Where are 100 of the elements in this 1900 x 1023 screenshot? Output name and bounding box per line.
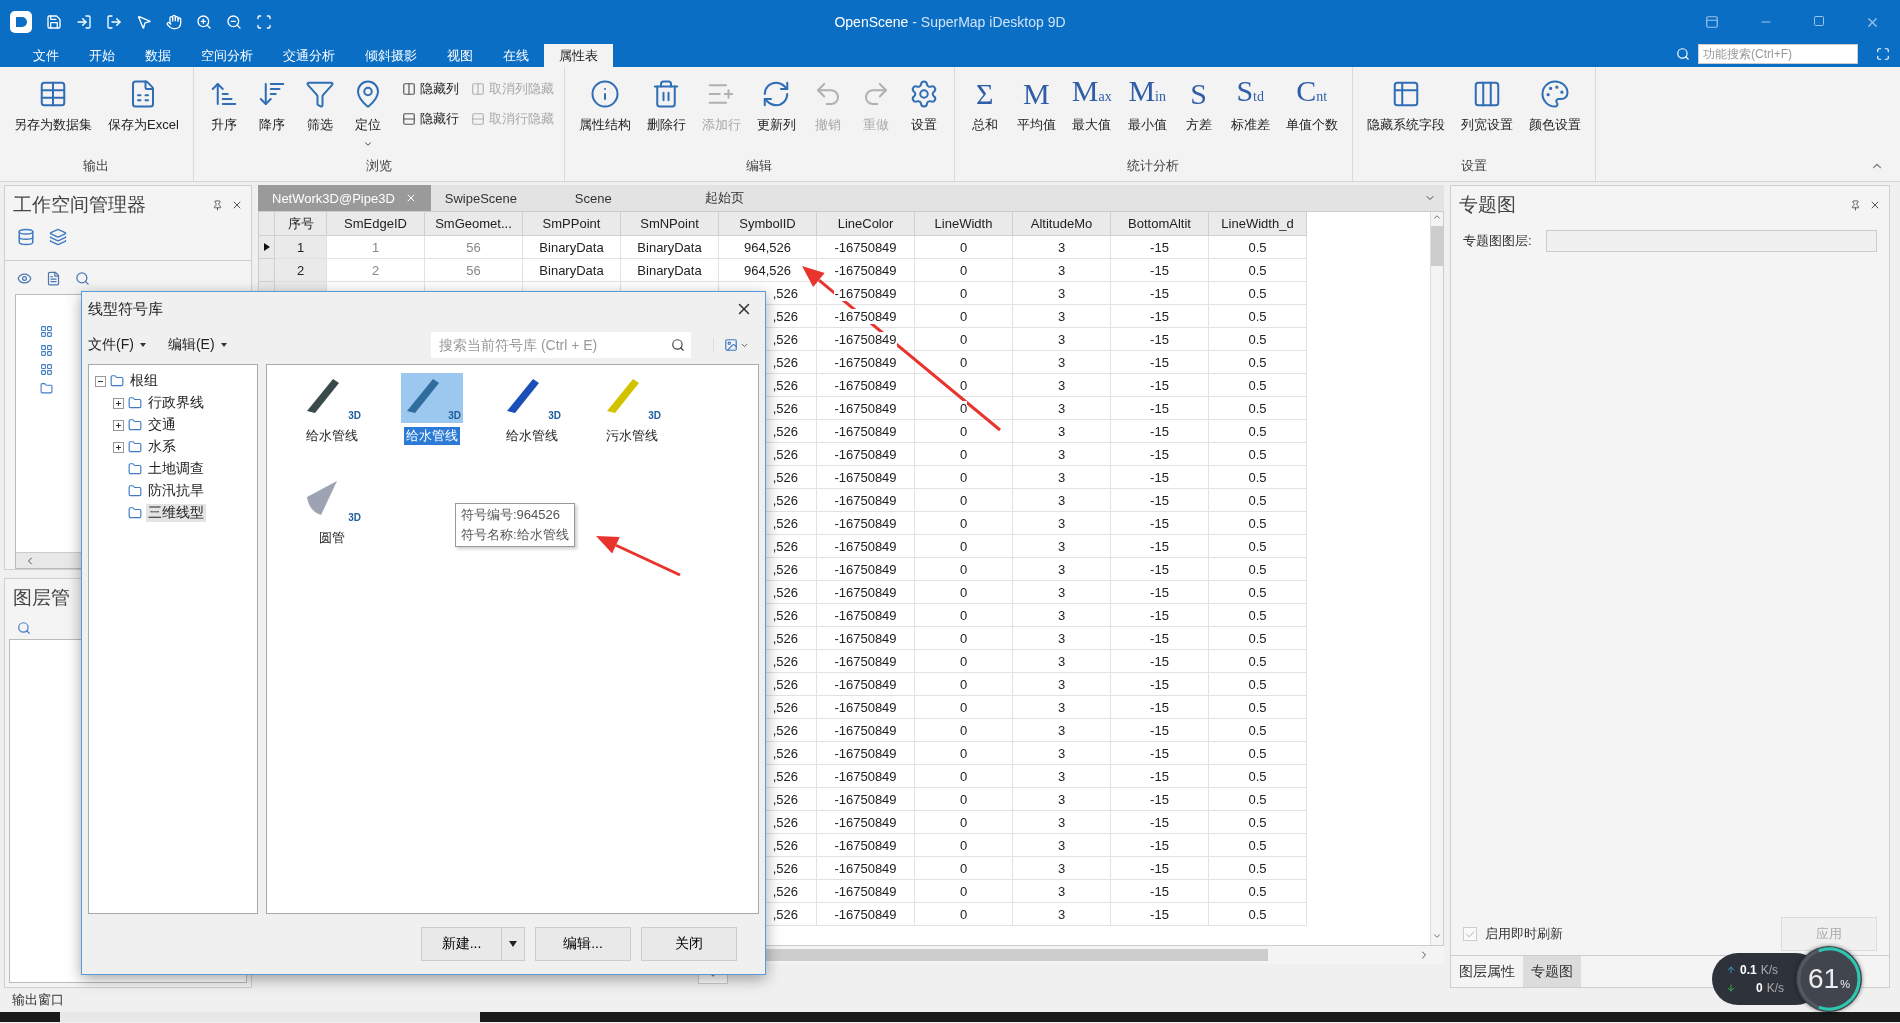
symbol-tile[interactable]: 3D	[501, 373, 563, 423]
ribbon-button[interactable]: 隐藏行	[399, 105, 461, 133]
document-tab[interactable]: 起始页	[690, 185, 821, 211]
column-header[interactable]: BottomAltit	[1111, 212, 1209, 236]
zoom-in-icon[interactable]	[196, 14, 212, 30]
ribbon-button[interactable]: 保存为Excel	[102, 75, 185, 136]
menu-tab[interactable]: 开始	[74, 44, 130, 67]
symbol-label[interactable]: 给水管线	[404, 427, 460, 445]
ribbon-toggle-icon[interactable]	[1705, 14, 1719, 29]
pin-icon[interactable]	[212, 199, 223, 211]
document-tab[interactable]: Scene	[560, 185, 691, 211]
document-tab[interactable]: SwipeScene	[430, 185, 561, 211]
expander-icon[interactable]	[113, 441, 124, 453]
eye-icon[interactable]	[17, 271, 32, 286]
symbol-tile[interactable]: 3D	[301, 373, 363, 423]
column-header[interactable]: AltitudeMo	[1013, 212, 1111, 236]
menu-item[interactable]: 文件(F)	[88, 336, 146, 354]
ribbon-button[interactable]: 列宽设置	[1454, 75, 1519, 136]
scroll-up-icon[interactable]	[1431, 212, 1442, 222]
expander-icon[interactable]	[113, 397, 124, 409]
maximize-icon[interactable]	[1813, 14, 1825, 27]
menu-tab[interactable]: 数据	[130, 44, 186, 67]
tree-item[interactable]: 水系	[146, 438, 178, 456]
symbol-tile[interactable]: 3D	[401, 373, 463, 423]
column-header[interactable]: SmGeomet...	[425, 212, 523, 236]
tree-item[interactable]: 行政界线	[146, 394, 206, 412]
symbol-tile[interactable]: 3D	[601, 373, 663, 423]
pin-icon[interactable]	[1850, 199, 1861, 211]
tree-item[interactable]: 土地调查	[146, 460, 206, 478]
search-icon[interactable]	[75, 271, 90, 286]
row-header[interactable]	[259, 236, 275, 259]
menu-tab[interactable]: 倾斜摄影	[350, 44, 432, 67]
save-icon[interactable]	[46, 14, 62, 30]
column-header[interactable]: SmNPoint	[621, 212, 719, 236]
menu-tab[interactable]: 文件	[18, 44, 74, 67]
panel-tab[interactable]: 图层属性	[1451, 956, 1523, 987]
database-icon[interactable]	[17, 228, 35, 246]
document-icon[interactable]	[46, 271, 61, 286]
import-icon[interactable]	[76, 14, 92, 30]
symbol-label[interactable]: 圆管	[317, 529, 347, 547]
ribbon-button[interactable]: 降序	[249, 75, 294, 136]
ribbon-button[interactable]: 隐藏系统字段	[1360, 75, 1451, 136]
expander-icon[interactable]	[95, 375, 106, 387]
ribbon-button[interactable]: 删除行	[640, 75, 692, 136]
column-header[interactable]: LineWidth	[915, 212, 1013, 236]
full-extent-icon[interactable]	[256, 14, 272, 30]
layer-field[interactable]	[1545, 230, 1877, 252]
column-header[interactable]: LineColor	[817, 212, 915, 236]
panel-tab[interactable]: 专题图	[1523, 956, 1581, 987]
ribbon-button[interactable]: 隐藏列	[399, 75, 461, 103]
search-field[interactable]: 搜索当前符号库 (Ctrl + E)	[431, 332, 691, 358]
ribbon-button[interactable]: 筛选	[297, 75, 342, 136]
dialog-button[interactable]: 关闭	[641, 927, 737, 961]
symbol-tile[interactable]: 3D	[301, 475, 363, 525]
hand-icon[interactable]	[166, 14, 182, 30]
vertical-scrollbar[interactable]	[1429, 212, 1443, 945]
fullscreen-icon[interactable]	[1876, 47, 1890, 61]
ribbon-button[interactable]: 颜色设置	[1522, 75, 1587, 136]
tree-item[interactable]: 防汛抗旱	[146, 482, 206, 500]
ribbon-button[interactable]: S 方差	[1176, 75, 1221, 136]
layers-icon[interactable]	[49, 228, 67, 246]
close-icon[interactable]	[1869, 199, 1881, 211]
menu-tab[interactable]: 空间分析	[186, 44, 268, 67]
ribbon-button[interactable]: 另存为数据集	[8, 75, 98, 136]
pointer-icon[interactable]	[136, 14, 152, 30]
column-header[interactable]: SmEdgeID	[327, 212, 425, 236]
search-icon[interactable]	[17, 621, 31, 635]
table-cell: -16750849	[817, 443, 915, 466]
menu-tab[interactable]: 交通分析	[268, 44, 350, 67]
search-field[interactable]: 功能搜索(Ctrl+F)	[1698, 44, 1858, 64]
ribbon-button[interactable]: 设置	[901, 75, 946, 136]
scroll-down-icon[interactable]	[1431, 931, 1442, 941]
menu-tab[interactable]: 属性表	[544, 44, 613, 67]
ribbon-button[interactable]: 定位	[345, 75, 390, 151]
menu-tab[interactable]: 在线	[488, 44, 544, 67]
column-header[interactable]: SmPPoint	[523, 212, 621, 236]
expander-icon[interactable]	[113, 419, 124, 431]
menu-item[interactable]: 编辑(E)	[167, 336, 227, 354]
view-mode-icon[interactable]	[724, 338, 738, 352]
zoom-out-icon[interactable]	[226, 14, 242, 30]
menu-tab[interactable]: 视图	[432, 44, 488, 67]
column-header[interactable]: LineWidth_d	[1209, 212, 1307, 236]
column-header[interactable]: 序号	[275, 212, 327, 236]
checkbox[interactable]	[1463, 927, 1477, 941]
ribbon-button[interactable]: Σ 总和	[962, 75, 1007, 136]
dialog-button[interactable]: 编辑...	[535, 927, 631, 961]
ribbon-button[interactable]: 升序	[201, 75, 246, 136]
symbol-label[interactable]: 给水管线	[504, 427, 560, 445]
ribbon-button[interactable]: 属性结构	[572, 75, 637, 136]
tree-item[interactable]: 交通	[146, 416, 178, 434]
ribbon-button[interactable]: 更新列	[750, 75, 802, 136]
ribbon-button[interactable]: M 平均值	[1010, 75, 1062, 136]
export-icon[interactable]	[106, 14, 122, 30]
symbol-label[interactable]: 污水管线	[604, 427, 660, 445]
close-icon[interactable]	[231, 199, 243, 211]
column-header[interactable]: SymbolID	[719, 212, 817, 236]
tree-item[interactable]: 根组	[128, 372, 160, 390]
scrollbar-thumb[interactable]	[1430, 226, 1443, 266]
symbol-label[interactable]: 给水管线	[304, 427, 360, 445]
tree-item[interactable]: 三维线型	[146, 504, 206, 522]
